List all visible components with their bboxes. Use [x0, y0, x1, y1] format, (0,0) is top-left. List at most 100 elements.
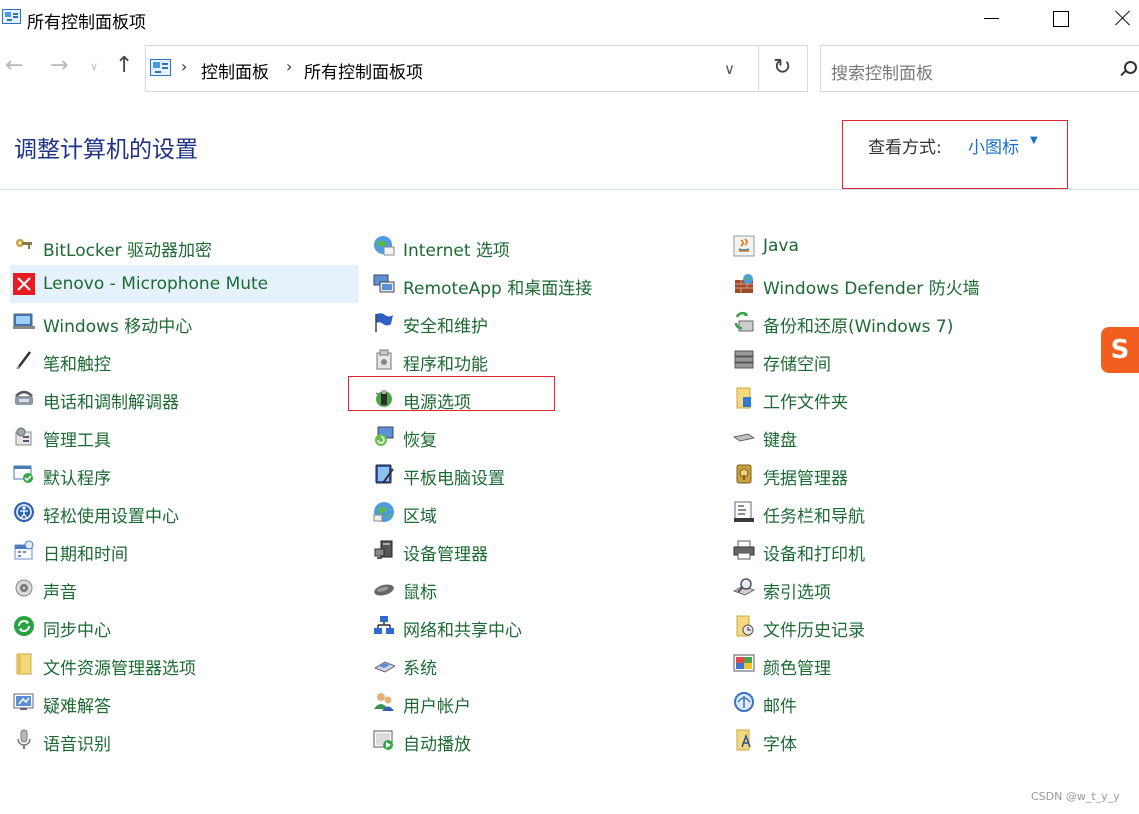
window-title: 所有控制面板项: [27, 13, 146, 33]
cp-item-file-history[interactable]: 文件历史记录: [730, 607, 1075, 645]
cp-item-system[interactable]: 系统: [370, 645, 715, 683]
cp-item-internet-options[interactable]: Internet 选项: [370, 227, 715, 265]
mail-icon: [733, 692, 755, 712]
cp-item-credential-manager[interactable]: 凭据管理器: [730, 455, 1075, 493]
system-icon: [373, 654, 395, 674]
refresh-icon[interactable]: ↻: [773, 55, 791, 80]
breadcrumb-chevron-icon[interactable]: ›: [286, 57, 292, 76]
back-arrow-icon[interactable]: ←: [5, 55, 23, 77]
bitlocker-key-icon: [13, 236, 35, 256]
cp-item-work-folders[interactable]: 工作文件夹: [730, 379, 1075, 417]
region-globe-icon: [373, 502, 395, 522]
fonts-icon: [733, 729, 755, 751]
cp-item-troubleshoot[interactable]: 疑难解答: [10, 683, 355, 721]
cp-item-phone-modem[interactable]: 电话和调制解调器: [10, 379, 355, 417]
cp-item-taskbar[interactable]: 任务栏和导航: [730, 493, 1075, 531]
mobility-center-icon: [13, 312, 35, 332]
java-icon: [733, 235, 755, 257]
cp-item-autoplay[interactable]: 自动播放: [370, 721, 715, 759]
cp-item-sync-center[interactable]: 同步中心: [10, 607, 355, 645]
cp-item-color-management[interactable]: 颜色管理: [730, 645, 1075, 683]
cp-item-date-time[interactable]: 日期和时间: [10, 531, 355, 569]
cp-item-mail[interactable]: 邮件: [730, 683, 1075, 721]
breadcrumb-all-items[interactable]: 所有控制面板项: [304, 58, 423, 83]
mouse-icon: [373, 578, 395, 598]
date-time-icon: [13, 540, 35, 560]
cp-item-speech[interactable]: 语音识别: [10, 721, 355, 759]
cp-item-java[interactable]: Java: [730, 227, 1075, 265]
pen-icon: [13, 350, 35, 370]
keyboard-icon: [733, 426, 755, 446]
up-arrow-icon[interactable]: ↑: [115, 55, 133, 77]
search-icon[interactable]: [1124, 61, 1137, 74]
control-panel-icon: [150, 59, 171, 76]
cp-item-user-accounts[interactable]: 用户帐户: [370, 683, 715, 721]
title-bar: 所有控制面板项: [0, 0, 1139, 38]
highlight-box: [348, 376, 555, 411]
ease-of-access-icon: [13, 502, 35, 522]
cp-item-firewall[interactable]: Windows Defender 防火墙: [730, 265, 1075, 303]
file-history-icon: [733, 615, 755, 637]
cp-item-device-manager[interactable]: 设备管理器: [370, 531, 715, 569]
cp-item-recovery[interactable]: 恢复: [370, 417, 715, 455]
ime-indicator[interactable]: S: [1101, 327, 1139, 373]
programs-features-icon: [373, 349, 395, 370]
color-management-icon: [733, 654, 755, 674]
admin-tools-icon: [13, 426, 35, 446]
address-bar[interactable]: › 控制面板 › 所有控制面板项 ∨ ↻: [145, 45, 808, 92]
speaker-icon: [13, 578, 35, 598]
watermark: CSDN @w_t_y_y: [1031, 790, 1120, 803]
caret-down-icon[interactable]: ▼: [1030, 135, 1038, 146]
cp-item-ease-of-access[interactable]: 轻松使用设置中心: [10, 493, 355, 531]
tablet-settings-icon: [373, 464, 395, 484]
cp-item-bitlocker[interactable]: BitLocker 驱动器加密: [10, 227, 355, 265]
cp-item-folder-options[interactable]: 文件资源管理器选项: [10, 645, 355, 683]
backup-restore-icon: [733, 311, 755, 332]
cp-item-tablet-settings[interactable]: 平板电脑设置: [370, 455, 715, 493]
default-programs-icon: [13, 464, 35, 484]
recovery-icon: [373, 426, 395, 446]
close-button[interactable]: [1100, 0, 1139, 36]
sync-icon: [13, 616, 35, 636]
credential-manager-icon: [733, 464, 755, 484]
cp-item-mouse[interactable]: 鼠标: [370, 569, 715, 607]
cp-item-mobility[interactable]: Windows 移动中心: [10, 303, 355, 341]
forward-arrow-icon[interactable]: →: [50, 55, 68, 77]
remoteapp-icon: [373, 274, 395, 294]
cp-item-programs-features[interactable]: 程序和功能: [370, 341, 715, 379]
breadcrumb-chevron-icon[interactable]: ›: [181, 57, 187, 76]
chevron-down-icon[interactable]: ∨: [724, 60, 735, 78]
cp-item-lenovo-mic[interactable]: Lenovo - Microphone Mute: [10, 265, 359, 303]
work-folders-icon: [733, 387, 755, 409]
cp-item-sound[interactable]: 声音: [10, 569, 355, 607]
cp-item-devices-printers[interactable]: 设备和打印机: [730, 531, 1075, 569]
microphone-mute-icon: [13, 273, 35, 295]
view-by-dropdown[interactable]: 小图标: [968, 133, 1019, 158]
cp-item-pen-touch[interactable]: 笔和触控: [10, 341, 355, 379]
autoplay-icon: [373, 730, 395, 750]
breadcrumb-control-panel[interactable]: 控制面板: [201, 58, 269, 83]
cp-item-default-programs[interactable]: 默认程序: [10, 455, 355, 493]
microphone-icon: [13, 729, 35, 750]
cp-item-keyboard[interactable]: 键盘: [730, 417, 1075, 455]
cp-item-remoteapp[interactable]: RemoteApp 和桌面连接: [370, 265, 715, 303]
maximize-button[interactable]: [1037, 0, 1083, 36]
cp-item-network[interactable]: 网络和共享中心: [370, 607, 715, 645]
network-icon: [373, 616, 395, 636]
cp-item-security-maintenance[interactable]: 安全和维护: [370, 303, 715, 341]
indexing-icon: [733, 578, 755, 598]
cp-item-admin-tools[interactable]: 管理工具: [10, 417, 355, 455]
cp-item-backup-restore[interactable]: 备份和还原(Windows 7): [730, 303, 1075, 341]
troubleshoot-icon: [13, 692, 35, 712]
page-title: 调整计算机的设置: [14, 137, 198, 163]
cp-item-fonts[interactable]: 字体: [730, 721, 1075, 759]
recent-locations-chevron-icon[interactable]: ∨: [90, 60, 98, 73]
search-placeholder: 搜索控制面板: [831, 64, 933, 84]
search-input[interactable]: 搜索控制面板: [820, 45, 1139, 92]
user-accounts-icon: [373, 692, 395, 712]
printer-icon: [733, 540, 755, 560]
minimize-button[interactable]: [968, 0, 1014, 36]
cp-item-indexing[interactable]: 索引选项: [730, 569, 1075, 607]
cp-item-region[interactable]: 区域: [370, 493, 715, 531]
cp-item-storage-spaces[interactable]: 存储空间: [730, 341, 1075, 379]
